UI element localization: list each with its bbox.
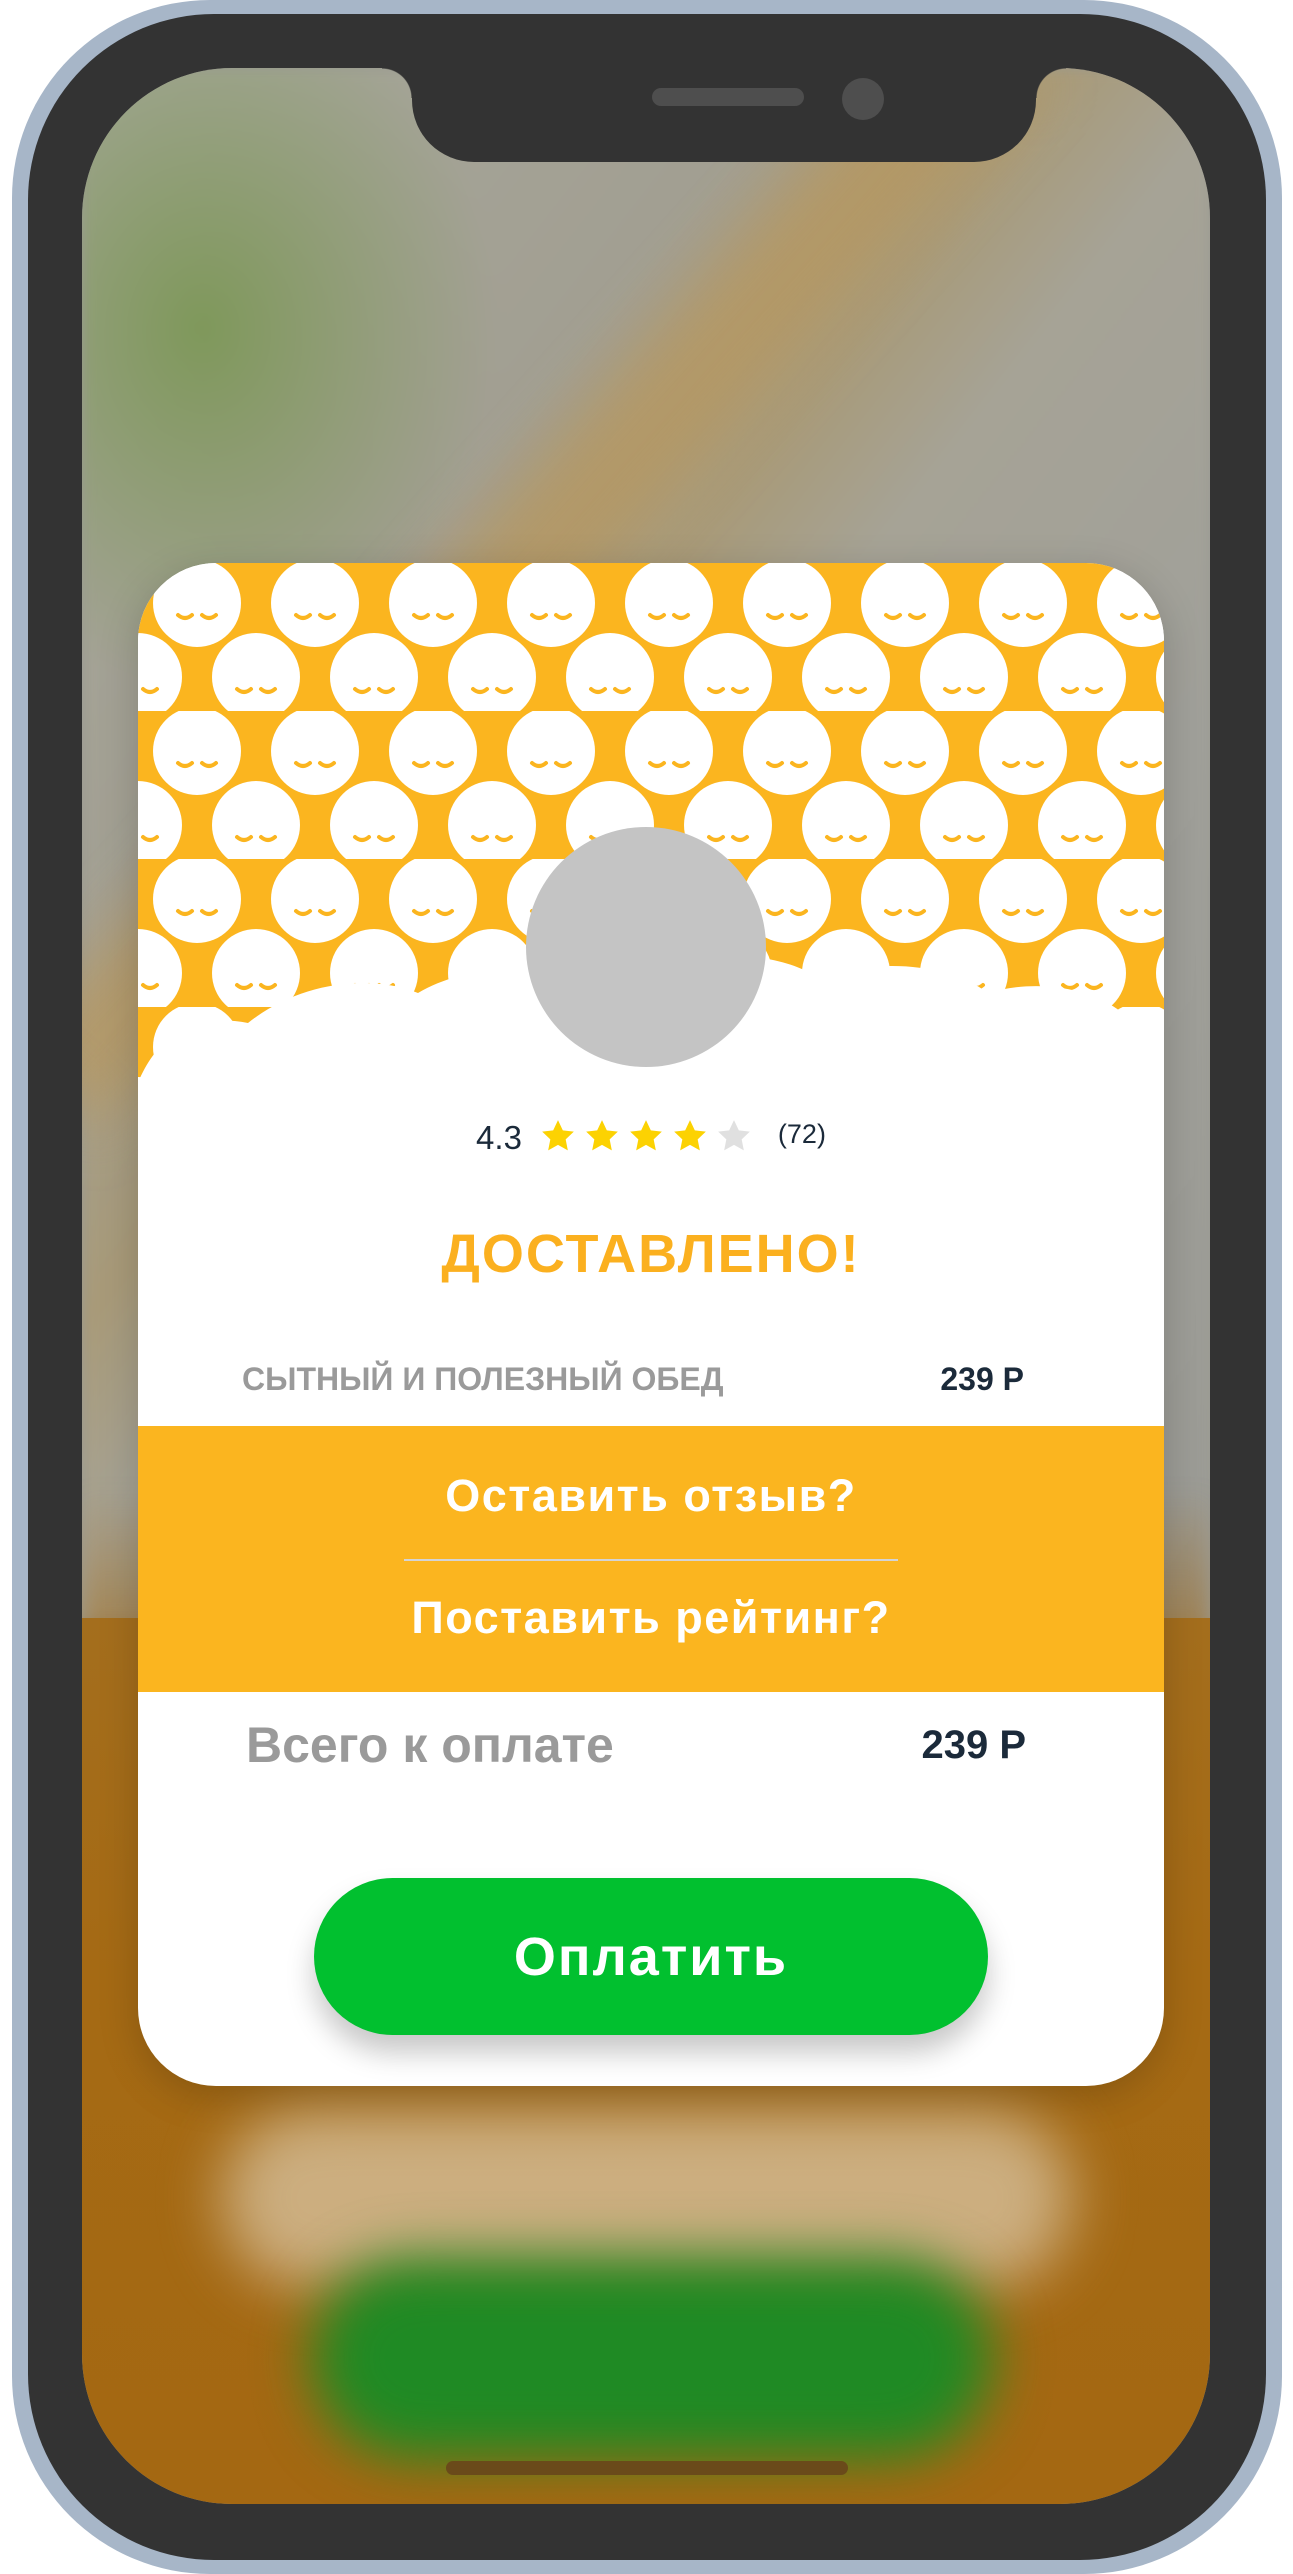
actions-divider <box>404 1559 898 1561</box>
review-count: (72) <box>777 1118 826 1149</box>
notch <box>382 68 1066 162</box>
star-icon <box>718 1120 750 1151</box>
star-icon <box>542 1120 574 1151</box>
delivery-modal: 4.3 (72) ДОСТАВЛЕНО! СЫТНЫЙ И ПОЛЕЗНЫЙ О… <box>138 563 1164 2086</box>
pay-button[interactable]: Оплатить <box>314 1878 988 2035</box>
pay-button-label: Оплатить <box>513 1926 789 1987</box>
total-label: Всего к оплате <box>246 1717 614 1773</box>
leave-review-button[interactable]: Оставить отзыв? <box>138 1466 1164 1526</box>
restaurant-avatar <box>526 827 766 1067</box>
star-icon <box>674 1120 706 1151</box>
front-camera <box>842 78 884 120</box>
total-row: Всего к оплате 239 Р <box>246 1715 1026 1775</box>
speaker-grille <box>652 88 804 106</box>
order-item-row: СЫТНЫЙ И ПОЛЕЗНЫЙ ОБЕД 239 Р <box>242 1359 1024 1399</box>
order-item-price: 239 Р <box>940 1360 1024 1397</box>
home-indicator[interactable] <box>446 2461 848 2475</box>
order-item-name: СЫТНЫЙ И ПОЛЕЗНЫЙ ОБЕД <box>242 1360 724 1397</box>
star-rating <box>538 1116 758 1156</box>
rate-button[interactable]: Поставить рейтинг? <box>138 1588 1164 1648</box>
feedback-actions: Оставить отзыв? Поставить рейтинг? <box>138 1426 1164 1692</box>
star-icon <box>630 1120 662 1151</box>
delivery-status-title: ДОСТАВЛЕНО! <box>441 1224 861 1284</box>
star-icon <box>586 1120 618 1151</box>
total-price: 239 Р <box>921 1722 1026 1767</box>
rating-row: 4.3 (72) <box>138 1111 1164 1161</box>
rating-value: 4.3 <box>476 1119 522 1156</box>
